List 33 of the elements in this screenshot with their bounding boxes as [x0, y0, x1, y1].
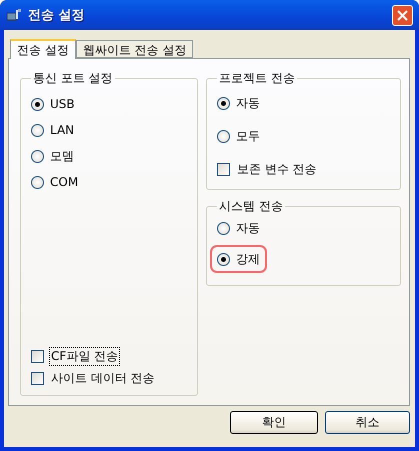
group-title: 통신 포트 설정 — [32, 70, 114, 87]
checkbox[interactable] — [217, 162, 230, 176]
close-icon — [397, 10, 408, 20]
checkbox-label: 사이트 데이터 전송 — [50, 370, 156, 386]
radio-icon — [31, 124, 44, 136]
network-icon — [6, 8, 22, 22]
dialog-button[interactable]: 취소 — [325, 411, 410, 434]
checkbox[interactable] — [31, 372, 44, 384]
radio-option[interactable]: USB — [31, 95, 75, 113]
radio-icon — [31, 176, 44, 188]
radio-option[interactable]: 모두 — [217, 127, 260, 145]
radio-option[interactable]: 강제 — [210, 245, 267, 273]
radio-icon — [217, 96, 230, 110]
window-title: 전송 설정 — [28, 7, 86, 24]
close-button[interactable] — [392, 4, 413, 26]
group-title: 시스템 전송 — [218, 198, 284, 215]
radio-option[interactable]: COM — [31, 173, 78, 191]
radio-option[interactable]: 자동 — [217, 94, 260, 112]
radio-icon — [217, 222, 230, 234]
checkbox[interactable] — [31, 350, 44, 362]
group-title: 프로젝트 전송 — [218, 70, 296, 87]
tab[interactable]: 웹싸이트 전송 설정 — [76, 40, 194, 58]
radio-icon — [217, 252, 230, 266]
tab[interactable]: 전송 설정 — [10, 39, 76, 59]
radio-icon — [217, 130, 230, 142]
radio-option[interactable]: 모뎀 — [31, 147, 74, 165]
radio-icon — [31, 150, 44, 162]
radio-icon — [31, 98, 44, 110]
radio-option[interactable]: LAN — [31, 121, 74, 139]
dialog-button[interactable]: 확인 — [230, 411, 318, 434]
radio-option[interactable]: 자동 — [217, 219, 260, 237]
checkbox-label: CF파일 전송 — [50, 348, 120, 364]
checkbox-label: 보존 변수 전송 — [236, 160, 318, 178]
